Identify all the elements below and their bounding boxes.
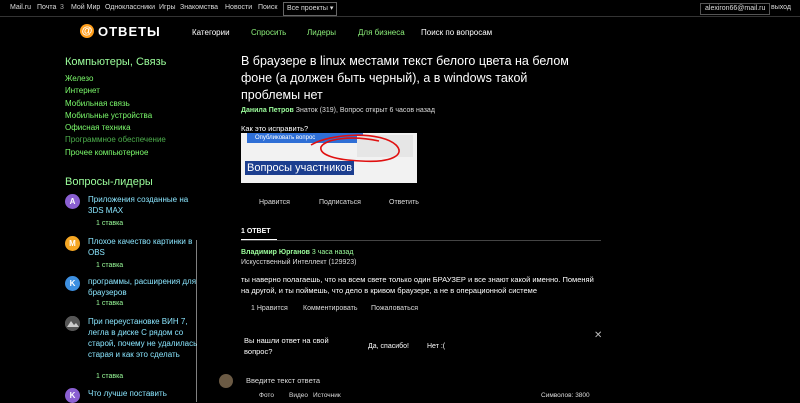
like-answer-label: Нравится [256,305,288,312]
stake-count: 1 ставка [96,220,124,227]
subcategory-item[interactable]: Мобильные устройства [65,111,205,123]
avatar: K [65,276,80,291]
subcategory-item[interactable]: Мобильная связь [65,99,205,111]
question-screenshot[interactable]: Опубликовать вопрос Вопросы участников [241,133,417,183]
found-answer-no-button[interactable]: Нет :( [427,343,445,350]
sidebar-scrollbar[interactable] [196,240,197,402]
nav-leaders[interactable]: Лидеры [307,28,336,37]
topbar-link-znakomstva[interactable]: Знакомства [180,4,218,11]
stake-count: 1 ставка [96,300,124,307]
character-counter: Символов: 3800 [541,392,590,399]
subcategory-item[interactable]: Железо [65,74,205,86]
add-video-button[interactable]: Видео [289,392,308,399]
topbar-link-moy-mir[interactable]: Мой Мир [71,4,100,11]
like-question-button[interactable]: Нравится [259,199,290,206]
user-email-menu[interactable]: alexiron66@mail.ru [700,3,771,15]
answers-tab[interactable]: 1 ОТВЕТ [241,228,271,235]
topbar-link-odnoklassniki[interactable]: Одноклассники [105,4,155,11]
answer-time: 3 часа назад [311,249,354,256]
at-logo-icon: @ [80,24,94,38]
category-title[interactable]: Компьютеры, Связь [65,56,205,68]
question-author-link[interactable]: Данила Петров [241,107,294,114]
current-user-avatar [219,374,233,388]
avatar: M [65,236,80,251]
subcategory-item[interactable]: Офисная техника [65,123,205,135]
question-author-info: Знаток (319), Вопрос открыт 6 часов наза… [295,107,435,114]
answer-text-input[interactable]: Введите текст ответа [246,376,320,385]
chevron-down-icon: ▾ [329,5,334,12]
question-body: Как это исправить? [241,124,309,133]
leader-question-link[interactable]: Что лучше поставить [88,388,198,399]
nav-categories[interactable]: Категории [192,28,230,37]
found-answer-question: Вы нашли ответ на свой вопрос? [244,336,329,356]
answer-button[interactable]: Ответить [389,199,419,206]
leader-question-link[interactable]: Приложения созданные на 3DS MAX [88,194,198,216]
leader-question-link[interactable]: Плохое качество картинки в OBS [88,236,198,258]
question-title: В браузере в linux местами текст белого … [241,54,569,102]
nav-search-questions[interactable]: Поиск по вопросам [421,28,492,37]
logo-text: ОТВЕТЫ [98,23,161,39]
stake-count: 1 ставка [96,373,124,380]
all-projects-button[interactable]: Все проекты ▾ [283,2,338,16]
question-meta: Данила Петров Знаток (319), Вопрос откры… [241,107,435,114]
subcategory-item-active[interactable]: Программное обеспечение [65,135,205,147]
topbar-link-poisk[interactable]: Поиск [258,4,277,11]
all-projects-label: Все проекты [287,5,328,12]
comment-button[interactable]: Комментировать [303,305,358,312]
leader-question-link[interactable]: При переустановке ВИН 7, легла в диске С… [88,316,198,360]
user-photo-icon [65,316,80,331]
topbar-link-mailru[interactable]: Mail.ru [10,4,31,11]
stake-count: 1 ставка [96,262,124,269]
answer-author: Владимир Юрганов 3 часа назад [241,249,354,256]
subcategory-item[interactable]: Интернет [65,86,205,98]
avatar: K [65,388,80,403]
answer-author-rank: Искусственный Интеллект (129923) [241,259,357,266]
question-block: В браузере в linux местами текст белого … [241,53,571,104]
avatar [65,316,80,331]
topbar-link-novosti[interactable]: Новости [225,4,252,11]
otvety-logo[interactable]: @ ОТВЕТЫ [80,22,161,40]
answer-author-link[interactable]: Владимир Юрганов [241,249,310,256]
nav-business[interactable]: Для бизнеса [358,28,405,37]
logout-link[interactable]: выход [771,4,791,11]
close-icon[interactable]: ✕ [594,330,602,341]
like-answer-button[interactable]: 1 Нравится [251,305,288,312]
leaders-title: Вопросы-лидеры [65,176,153,188]
subscribe-button[interactable]: Подписаться [319,199,361,206]
answer-text: ты наверно полагаешь, что на всем свете … [241,275,594,295]
like-count: 1 [251,305,255,312]
add-photo-button[interactable]: Фото [259,392,274,399]
section-divider [241,240,601,241]
leader-question-link[interactable]: программы, расширения для браузеров [88,276,198,298]
nav-ask[interactable]: Спросить [251,28,286,37]
found-answer-yes-button[interactable]: Да, спасибо! [368,343,409,350]
topbar-link-igry[interactable]: Игры [159,4,176,11]
top-bar: Mail.ru Почта 3 Мой Мир Одноклассники Иг… [0,0,800,17]
subcategory-list: Железо Интернет Мобильная связь Мобильны… [65,74,205,160]
avatar: A [65,194,80,209]
sidebar-categories: Компьютеры, Связь Железо Интернет Мобиль… [65,56,205,160]
mail-count-badge: 3 [60,4,64,11]
topbar-link-pochta[interactable]: Почта [37,4,56,11]
selected-text-image: Вопросы участников [245,161,355,175]
report-button[interactable]: Пожаловаться [371,305,418,312]
red-scribble-mark [310,134,413,163]
subcategory-item[interactable]: Прочее компьютерное [65,148,205,160]
add-source-button[interactable]: Источник [313,392,341,399]
